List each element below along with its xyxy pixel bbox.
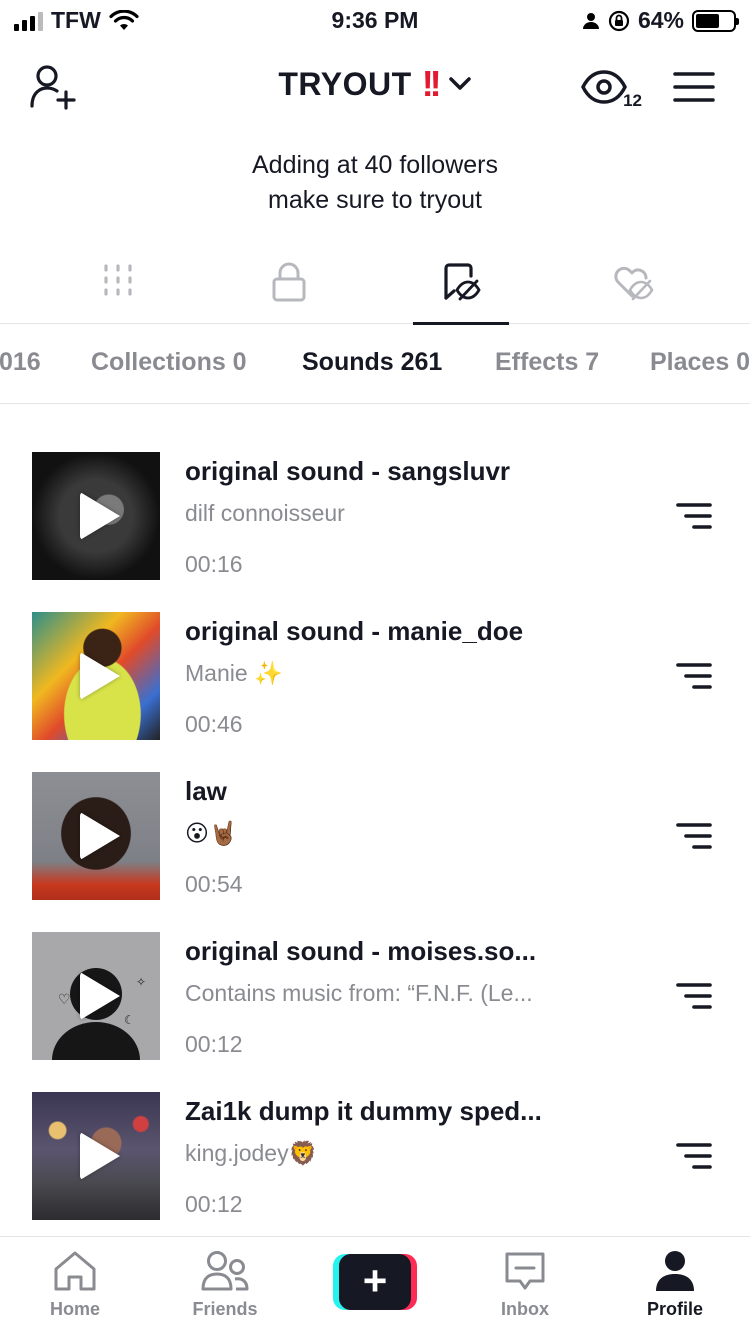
status-bar: TFW 9:36 PM 64% bbox=[0, 0, 750, 40]
sound-cover-image[interactable] bbox=[32, 772, 160, 900]
play-icon bbox=[80, 492, 120, 540]
profile-views-button[interactable]: 12 bbox=[580, 63, 642, 113]
svg-text:♡: ♡ bbox=[58, 992, 71, 1008]
sound-duration: 00:12 bbox=[185, 1031, 243, 1057]
sound-title[interactable]: law bbox=[185, 776, 227, 807]
sort-lines-icon[interactable] bbox=[676, 502, 712, 530]
sound-author: Contains music from: “F.N.F. (Le... bbox=[185, 980, 533, 1006]
nav-friends[interactable]: Friends bbox=[170, 1249, 280, 1320]
nav-profile[interactable]: Profile bbox=[620, 1249, 730, 1320]
sound-cover-image[interactable] bbox=[32, 612, 160, 740]
heart-eye-icon bbox=[614, 266, 654, 301]
page-title: TRYOUT bbox=[278, 65, 412, 102]
sound-title[interactable]: original sound - moises.so... bbox=[185, 936, 536, 967]
bookmark-eye-icon bbox=[444, 263, 481, 301]
sound-duration: 00:46 bbox=[185, 711, 243, 737]
sound-title[interactable]: original sound - sangsluvr bbox=[185, 456, 510, 487]
play-icon bbox=[80, 652, 120, 700]
sound-cover-image[interactable] bbox=[32, 452, 160, 580]
sound-author: king.jodey🦁 bbox=[185, 1140, 318, 1166]
tab-videos[interactable] bbox=[70, 262, 166, 324]
tab-sounds[interactable]: Sounds 261 bbox=[302, 348, 442, 377]
menu-button[interactable] bbox=[668, 61, 720, 113]
battery-icon bbox=[692, 9, 739, 32]
sound-cover-image[interactable] bbox=[32, 1092, 160, 1220]
list-item[interactable]: law 😮🤘🏾 00:54 bbox=[0, 772, 750, 900]
bottom-navigation: Home Friends + Inbox Profile bbox=[0, 1236, 750, 1334]
plus-icon: + bbox=[339, 1254, 411, 1310]
nav-inbox-label: Inbox bbox=[501, 1299, 549, 1319]
play-icon bbox=[80, 812, 120, 860]
svg-text:✧: ✧ bbox=[136, 975, 146, 989]
profile-bio: Adding at 40 followers make sure to tryo… bbox=[0, 148, 750, 218]
sort-lines-icon[interactable] bbox=[676, 1142, 712, 1170]
sort-lines-icon[interactable] bbox=[676, 662, 712, 690]
sort-lines-icon[interactable] bbox=[676, 982, 712, 1010]
nav-friends-label: Friends bbox=[192, 1299, 258, 1319]
chevron-down-icon bbox=[448, 77, 471, 90]
svg-text:☾: ☾ bbox=[124, 1013, 135, 1027]
play-icon bbox=[80, 1132, 120, 1180]
bio-line-2: make sure to tryout bbox=[268, 186, 482, 214]
play-icon bbox=[80, 972, 120, 1020]
battery-percent: 64% bbox=[637, 7, 684, 33]
tab-videos-count[interactable]: 016 bbox=[0, 348, 41, 377]
list-item[interactable]: Zai1k dump it dummy sped... king.jodey🦁 … bbox=[0, 1092, 750, 1220]
tab-liked[interactable] bbox=[585, 262, 681, 324]
list-item[interactable]: ♡ ✧ ☾ original sound - moises.so... Cont… bbox=[0, 932, 750, 1060]
profile-icon bbox=[656, 1251, 694, 1291]
sound-duration: 00:16 bbox=[185, 551, 243, 577]
sort-lines-icon[interactable] bbox=[676, 822, 712, 850]
sound-author: dilf connoisseur bbox=[185, 500, 345, 526]
content-icon-tabs bbox=[0, 250, 750, 325]
nav-home[interactable]: Home bbox=[20, 1249, 130, 1320]
sound-duration: 00:12 bbox=[185, 1191, 243, 1217]
profile-header: TRYOUT !! 12 bbox=[0, 55, 750, 115]
sound-author: Manie ✨ bbox=[185, 660, 283, 686]
title-emoji: !! bbox=[421, 63, 442, 104]
bio-line-1: Adding at 40 followers bbox=[252, 151, 498, 179]
lock-icon bbox=[272, 262, 306, 302]
sound-title[interactable]: Zai1k dump it dummy sped... bbox=[185, 1096, 542, 1127]
saved-category-tabs: 016 Collections 0 Sounds 261 Effects 7 P… bbox=[0, 324, 750, 404]
list-item[interactable]: original sound - manie_doe Manie ✨ 00:46 bbox=[0, 612, 750, 740]
sound-title[interactable]: original sound - manie_doe bbox=[185, 616, 523, 647]
home-icon bbox=[54, 1251, 96, 1291]
tab-effects[interactable]: Effects 7 bbox=[495, 348, 599, 377]
person-icon bbox=[582, 12, 599, 29]
list-item[interactable]: original sound - sangsluvr dilf connoiss… bbox=[0, 452, 750, 580]
tab-private[interactable] bbox=[241, 262, 337, 324]
tab-places[interactable]: Places 0 bbox=[650, 348, 750, 377]
sound-duration: 00:54 bbox=[185, 871, 243, 897]
rotation-lock-icon bbox=[608, 10, 630, 31]
nav-home-label: Home bbox=[49, 1299, 100, 1319]
nav-inbox[interactable]: Inbox bbox=[470, 1249, 580, 1320]
views-count: 12 bbox=[623, 91, 642, 110]
tab-saved[interactable] bbox=[413, 262, 509, 325]
create-button[interactable]: + bbox=[333, 1254, 417, 1310]
tab-collections[interactable]: Collections 0 bbox=[91, 348, 247, 377]
hamburger-menu-icon bbox=[673, 72, 715, 102]
friends-icon bbox=[201, 1251, 249, 1291]
sound-cover-image[interactable]: ♡ ✧ ☾ bbox=[32, 932, 160, 1060]
grid-icon bbox=[104, 264, 132, 296]
nav-profile-label: Profile bbox=[646, 1299, 703, 1319]
inbox-icon bbox=[505, 1252, 545, 1290]
sound-author: 😮🤘🏾 bbox=[185, 820, 238, 846]
